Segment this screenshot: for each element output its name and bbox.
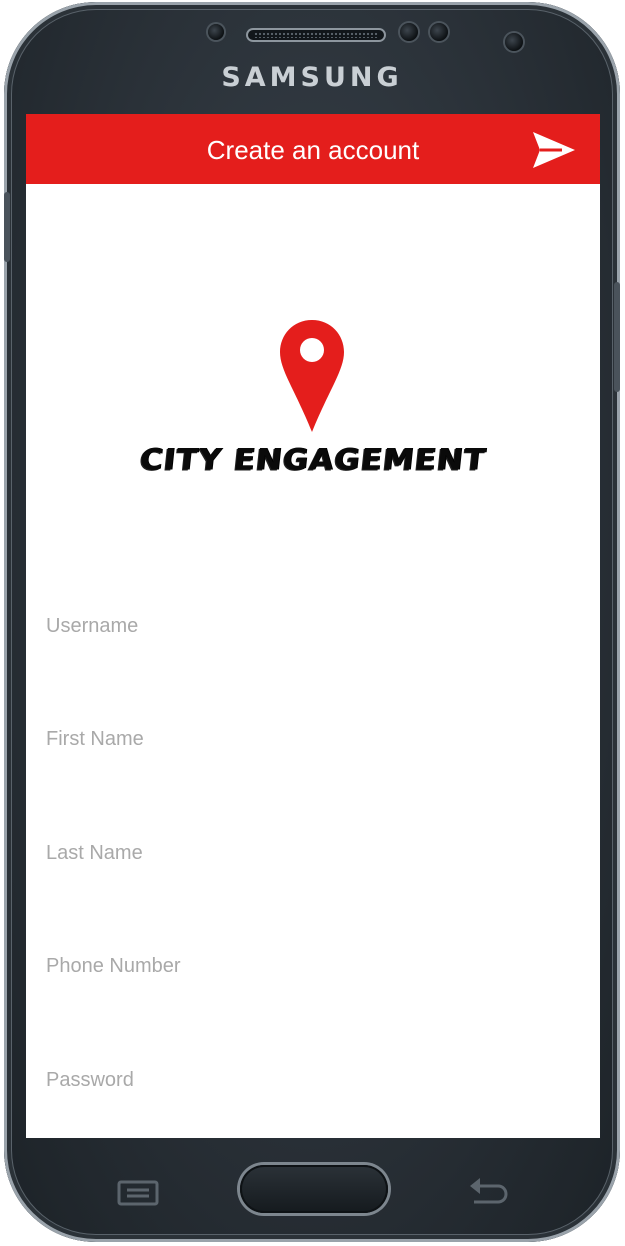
logo-text: CITY ENGAGEMENT <box>138 442 488 478</box>
app-logo: CITY ENGAGEMENT <box>26 318 600 478</box>
username-input[interactable] <box>46 606 580 646</box>
password-input[interactable] <box>46 1060 580 1100</box>
earpiece-speaker <box>246 28 386 42</box>
last-name-input[interactable] <box>46 833 580 873</box>
phone-number-input[interactable] <box>46 946 580 986</box>
page-title: Create an account <box>206 135 420 165</box>
front-sensor <box>208 24 224 40</box>
device-brand: SAMSUNG <box>221 62 403 93</box>
back-icon <box>470 1178 508 1204</box>
power-button[interactable] <box>614 282 620 392</box>
screen: Create an account CITY ENGAGEMENT <box>26 114 600 1138</box>
back-key[interactable] <box>466 1174 510 1208</box>
proximity-sensor <box>400 23 418 41</box>
send-arrow-icon <box>533 132 575 168</box>
light-sensor <box>430 23 448 41</box>
send-button[interactable] <box>532 131 576 169</box>
menu-icon <box>117 1180 159 1206</box>
first-name-input[interactable] <box>46 719 580 759</box>
app-bar: Create an account <box>26 114 600 184</box>
map-pin-icon <box>280 320 344 432</box>
menu-key[interactable] <box>116 1178 160 1208</box>
home-button[interactable] <box>240 1165 388 1213</box>
volume-button[interactable] <box>4 192 10 262</box>
phone-frame: SAMSUNG Create an account CITY ENGAGEMEN… <box>4 2 620 1242</box>
front-camera <box>505 33 523 51</box>
